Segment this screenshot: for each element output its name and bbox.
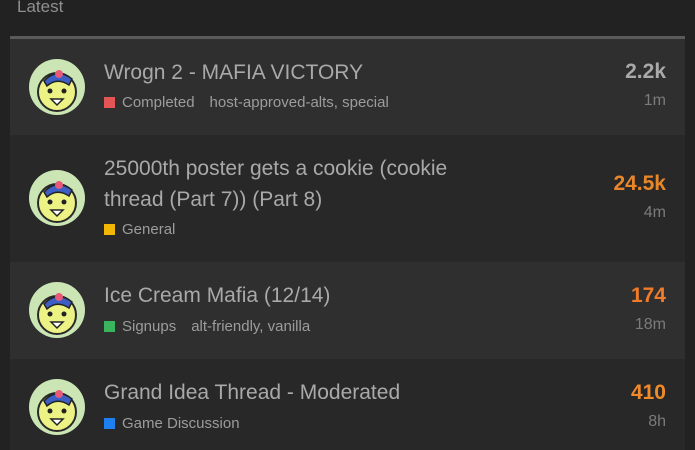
activity-time[interactable]: 4m	[546, 203, 666, 223]
topic-meta: Signups alt-friendly, vanilla	[104, 317, 310, 337]
reply-count[interactable]: 24.5k	[546, 171, 666, 197]
topic-meta: General	[104, 220, 190, 240]
pear-mascot-icon	[29, 170, 85, 226]
activity-time[interactable]: 18m	[546, 315, 666, 335]
activity-time[interactable]: 8h	[546, 412, 666, 432]
reply-count[interactable]: 174	[546, 283, 666, 309]
avatar[interactable]	[29, 59, 85, 115]
topic-meta: Game Discussion	[104, 414, 255, 434]
avatar[interactable]	[29, 282, 85, 338]
avatar[interactable]	[29, 379, 85, 435]
activity-time[interactable]: 1m	[546, 91, 666, 111]
category-link[interactable]: Completed	[122, 94, 195, 111]
topic-row[interactable]: Ice Cream Mafia (12/14) Signups alt-frien…	[10, 262, 685, 359]
category-badge-icon	[104, 321, 115, 332]
reply-count[interactable]: 410	[546, 380, 666, 406]
category-badge-icon	[104, 418, 115, 429]
topic-title[interactable]: Grand Idea Thread - Moderated	[104, 377, 524, 408]
pear-mascot-icon	[29, 59, 85, 115]
topic-title[interactable]: 25000th poster gets a cookie (cookie thr…	[104, 153, 504, 215]
category-badge-icon	[104, 97, 115, 108]
topic-tags[interactable]: alt-friendly, vanilla	[191, 318, 310, 335]
avatar[interactable]	[29, 170, 85, 226]
topic-title[interactable]: Ice Cream Mafia (12/14)	[104, 280, 524, 311]
topic-meta: Completed host-approved-alts, special	[104, 93, 389, 113]
category-badge-icon	[104, 224, 115, 235]
category-link[interactable]: General	[122, 221, 175, 238]
latest-topics-page: Latest Wrogn 2 - MAFIA VICTORY Completed…	[0, 0, 695, 450]
category-link[interactable]: Signups	[122, 318, 176, 335]
topic-title[interactable]: Wrogn 2 - MAFIA VICTORY	[104, 57, 524, 88]
reply-count[interactable]: 2.2k	[546, 59, 666, 85]
section-title: Latest	[17, 0, 64, 16]
topic-row[interactable]: Grand Idea Thread - Moderated Game Discu…	[10, 359, 685, 450]
pear-mascot-icon	[29, 379, 85, 435]
topic-tags[interactable]: host-approved-alts, special	[210, 94, 389, 111]
category-link[interactable]: Game Discussion	[122, 415, 240, 432]
topic-row[interactable]: 25000th poster gets a cookie (cookie thr…	[10, 135, 685, 262]
pear-mascot-icon	[29, 282, 85, 338]
topic-row[interactable]: Wrogn 2 - MAFIA VICTORY Completed host-ap…	[10, 39, 685, 135]
